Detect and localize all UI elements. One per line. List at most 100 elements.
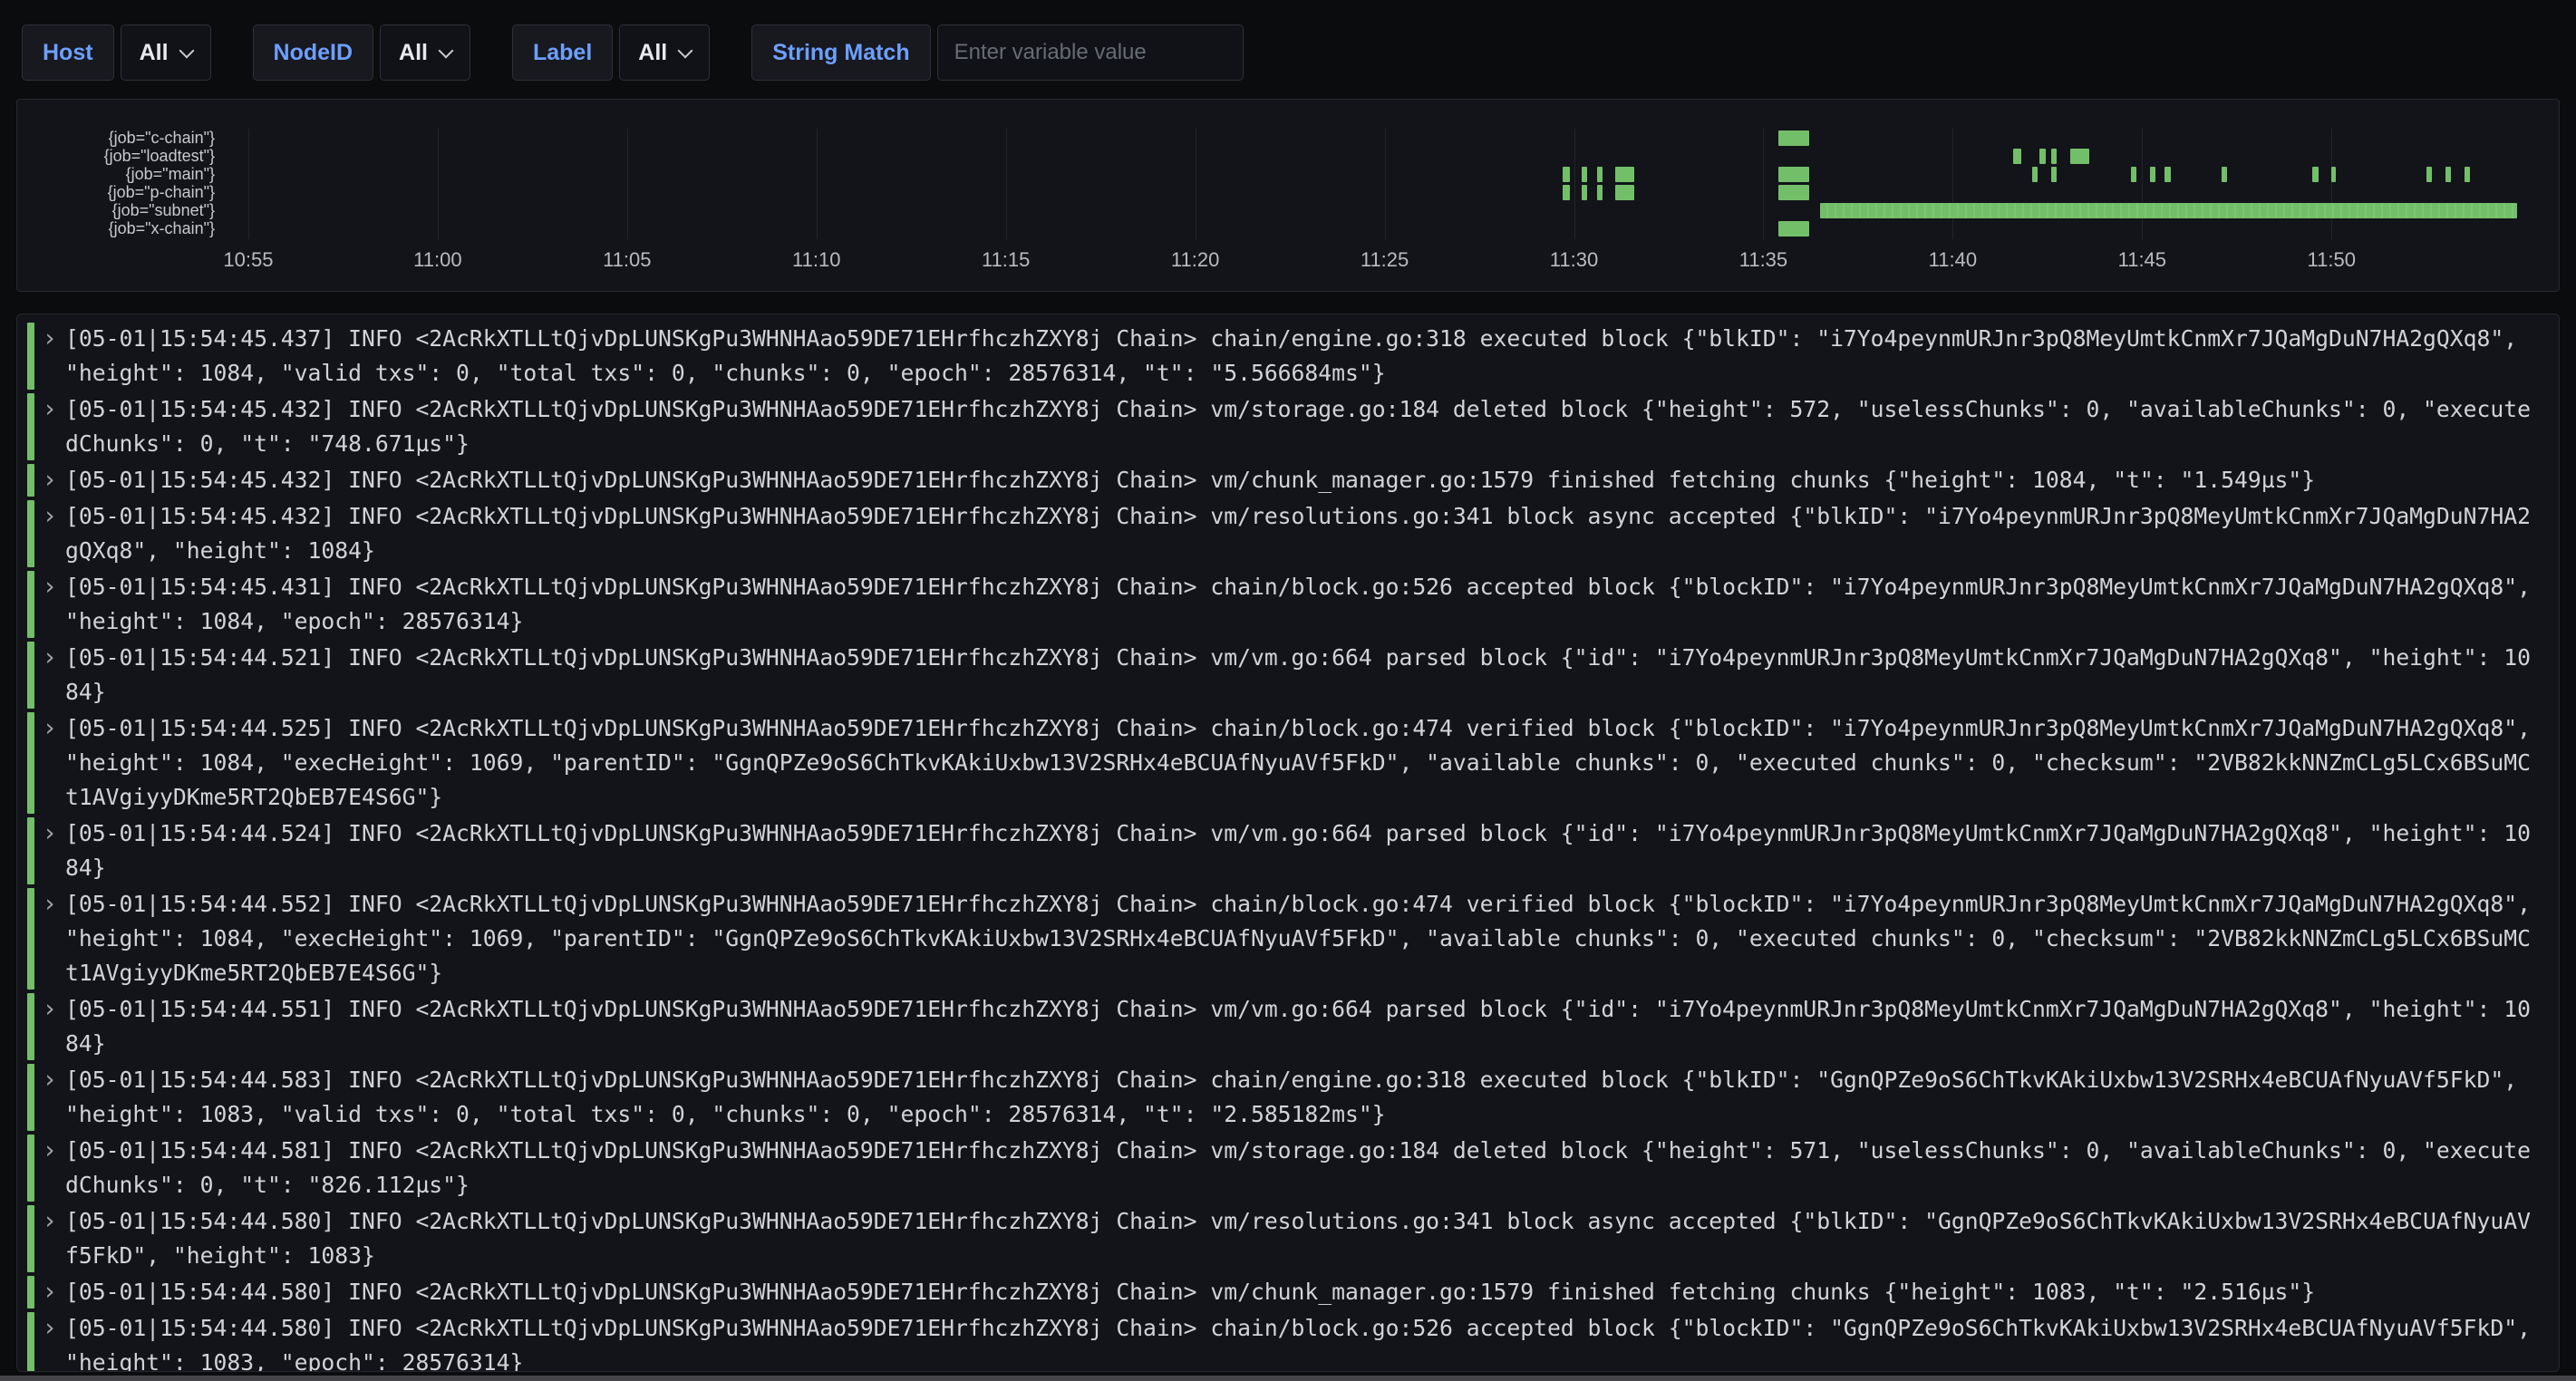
log-row[interactable]: ›[05-01|15:54:44.580] INFO <2AcRkXTLLtQj… (27, 1311, 2559, 1372)
gridline (248, 129, 249, 239)
log-level-indicator (27, 993, 34, 1060)
chevron-down-icon (678, 43, 693, 58)
log-row[interactable]: ›[05-01|15:54:44.580] INFO <2AcRkXTLLtQj… (27, 1275, 2559, 1309)
gridline (1952, 129, 1953, 239)
log-volume-mark (2131, 167, 2136, 182)
series-labels: {job="c-chain"}{job="loadtest"}{job="mai… (17, 129, 215, 239)
log-volume-mark (1778, 167, 1808, 182)
log-row[interactable]: ›[05-01|15:54:44.524] INFO <2AcRkXTLLtQj… (27, 816, 2559, 885)
log-volume-mark (1597, 185, 1603, 200)
variable-nodeid-group: NodeID All (253, 24, 470, 81)
x-tick-label: 11:15 (982, 248, 1030, 272)
log-volume-mark (2465, 167, 2470, 182)
log-row[interactable]: ›[05-01|15:54:45.432] INFO <2AcRkXTLLtQj… (27, 499, 2559, 568)
expand-arrow-icon[interactable]: › (34, 816, 65, 885)
log-row[interactable]: ›[05-01|15:54:45.432] INFO <2AcRkXTLLtQj… (27, 392, 2559, 461)
log-volume-mark (1597, 167, 1603, 182)
x-tick-label: 11:00 (413, 248, 461, 272)
expand-arrow-icon[interactable]: › (34, 992, 65, 1061)
log-level-indicator (27, 1135, 34, 1202)
x-tick-label: 11:35 (1739, 248, 1787, 272)
expand-arrow-icon[interactable]: › (34, 711, 65, 815)
log-volume-mark (1563, 185, 1570, 200)
expand-arrow-icon[interactable]: › (34, 392, 65, 461)
log-volume-mark (2051, 149, 2057, 164)
series-label: {job="subnet"} (17, 201, 215, 219)
gridline (1763, 129, 1764, 239)
log-row[interactable]: ›[05-01|15:54:44.581] INFO <2AcRkXTLLtQj… (27, 1134, 2559, 1202)
log-level-indicator (27, 888, 34, 990)
log-level-indicator (27, 1312, 34, 1372)
variable-value-label: All (638, 40, 667, 66)
x-tick-label: 11:20 (1171, 248, 1219, 272)
x-tick-label: 11:30 (1550, 248, 1598, 272)
gridline (817, 129, 818, 239)
expand-arrow-icon[interactable]: › (34, 463, 65, 497)
variable-label-label: Label (512, 24, 613, 81)
log-volume-mark (1582, 167, 1587, 182)
grafana-dashboard: Host All NodeID All Label All String Mat… (0, 0, 2576, 1381)
expand-arrow-icon[interactable]: › (34, 1063, 65, 1132)
expand-arrow-icon[interactable]: › (34, 641, 65, 710)
expand-arrow-icon[interactable]: › (34, 1204, 65, 1273)
log-line-text: [05-01|15:54:44.580] INFO <2AcRkXTLLtQjv… (65, 1311, 2538, 1372)
string-match-input[interactable] (937, 24, 1244, 81)
log-line-text: [05-01|15:54:45.432] INFO <2AcRkXTLLtQjv… (65, 463, 2538, 497)
log-line-text: [05-01|15:54:44.525] INFO <2AcRkXTLLtQjv… (65, 711, 2538, 815)
log-row[interactable]: ›[05-01|15:54:45.432] INFO <2AcRkXTLLtQj… (27, 463, 2559, 497)
log-line-text: [05-01|15:54:44.524] INFO <2AcRkXTLLtQjv… (65, 816, 2538, 885)
log-level-indicator (27, 571, 34, 638)
expand-arrow-icon[interactable]: › (34, 1311, 65, 1372)
log-level-indicator (27, 817, 34, 884)
series-label: {job="p-chain"} (17, 183, 215, 201)
expand-arrow-icon[interactable]: › (34, 1134, 65, 1202)
log-row[interactable]: ›[05-01|15:54:44.552] INFO <2AcRkXTLLtQj… (27, 887, 2559, 990)
log-level-indicator (27, 323, 34, 390)
variable-label-string-match: String Match (751, 24, 930, 81)
log-volume-mark (2070, 149, 2089, 164)
variable-select-host[interactable]: All (121, 24, 211, 81)
horizontal-scrollbar[interactable] (0, 1376, 2576, 1381)
log-row[interactable]: ›[05-01|15:54:44.580] INFO <2AcRkXTLLtQj… (27, 1204, 2559, 1273)
logs-volume-plot (17, 129, 2559, 239)
log-volume-mark (1563, 167, 1570, 182)
log-line-text: [05-01|15:54:44.521] INFO <2AcRkXTLLtQjv… (65, 641, 2538, 710)
log-row[interactable]: ›[05-01|15:54:44.521] INFO <2AcRkXTLLtQj… (27, 641, 2559, 710)
log-row[interactable]: ›[05-01|15:54:45.437] INFO <2AcRkXTLLtQj… (27, 322, 2559, 391)
log-row[interactable]: ›[05-01|15:54:44.525] INFO <2AcRkXTLLtQj… (27, 711, 2559, 815)
variable-label-host: Host (22, 24, 114, 81)
log-volume-mark (1615, 185, 1634, 200)
log-line-text: [05-01|15:54:44.551] INFO <2AcRkXTLLtQjv… (65, 992, 2538, 1061)
log-list: ›[05-01|15:54:45.437] INFO <2AcRkXTLLtQj… (17, 322, 2559, 1372)
log-level-indicator (27, 500, 34, 567)
log-row[interactable]: ›[05-01|15:54:45.431] INFO <2AcRkXTLLtQj… (27, 570, 2559, 639)
gridline (2331, 129, 2332, 239)
variable-value-host: All (140, 40, 169, 66)
log-volume-mark (2222, 167, 2227, 182)
chevron-down-icon (179, 43, 194, 58)
time-axis: 10:5511:0011:0511:1011:1511:2011:2511:30… (17, 248, 2559, 275)
gridline (1385, 129, 1386, 239)
log-line-text: [05-01|15:54:45.437] INFO <2AcRkXTLLtQjv… (65, 322, 2538, 391)
variable-select-nodeid[interactable]: All (380, 24, 470, 81)
log-volume-mark (2312, 167, 2318, 182)
variable-host-group: Host All (22, 24, 211, 81)
log-volume-mark (2445, 167, 2451, 182)
log-level-indicator (27, 1064, 34, 1131)
log-level-indicator (27, 1276, 34, 1309)
expand-arrow-icon[interactable]: › (34, 887, 65, 990)
expand-arrow-icon[interactable]: › (34, 499, 65, 568)
x-tick-label: 10:55 (223, 248, 273, 272)
gridline (1006, 129, 1007, 239)
expand-arrow-icon[interactable]: › (34, 570, 65, 639)
log-row[interactable]: ›[05-01|15:54:44.583] INFO <2AcRkXTLLtQj… (27, 1063, 2559, 1132)
log-row[interactable]: ›[05-01|15:54:44.551] INFO <2AcRkXTLLtQj… (27, 992, 2559, 1061)
log-level-indicator (27, 1205, 34, 1272)
expand-arrow-icon[interactable]: › (34, 322, 65, 391)
log-volume-mark (2039, 149, 2045, 164)
series-label: {job="main"} (17, 165, 215, 183)
expand-arrow-icon[interactable]: › (34, 1275, 65, 1309)
variable-labelvar-group: Label All (512, 24, 710, 81)
gridline (438, 129, 439, 239)
variable-select-label[interactable]: All (619, 24, 710, 81)
